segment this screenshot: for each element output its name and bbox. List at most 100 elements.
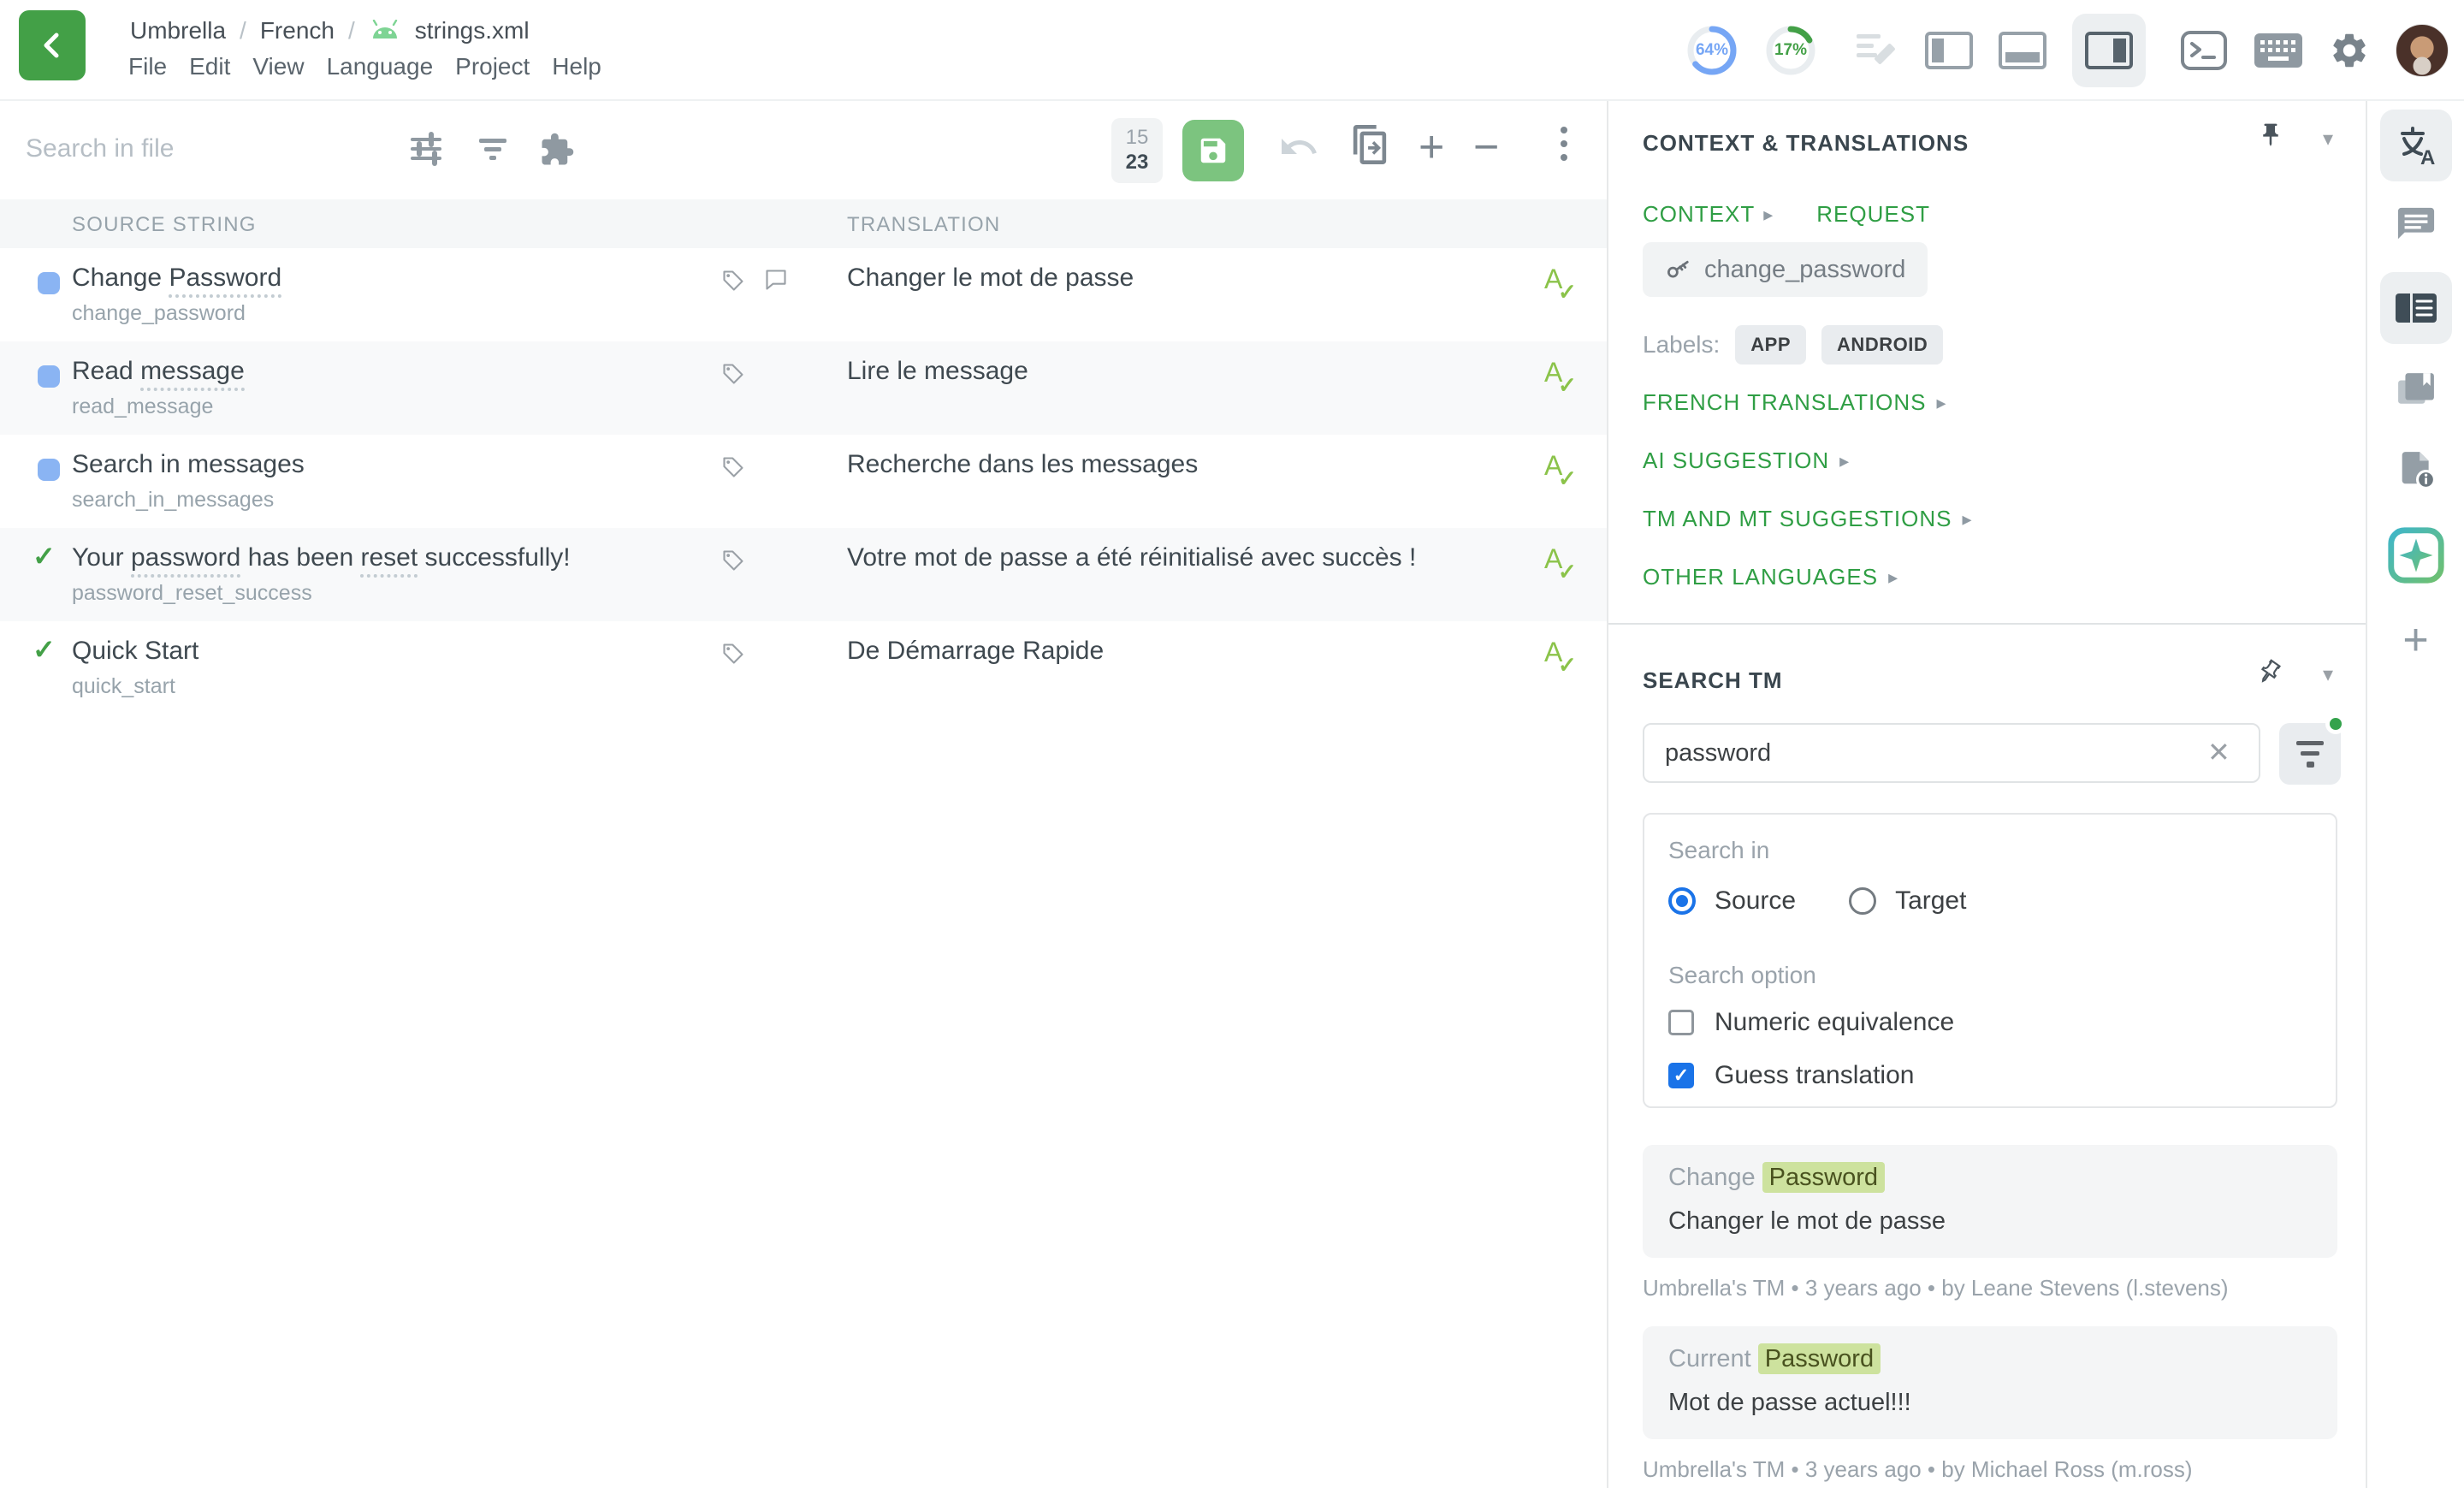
table-row[interactable]: Search in messages search_in_messages Re… xyxy=(0,435,1607,528)
string-key-chip[interactable]: change_password xyxy=(1643,242,1928,297)
progress-value: 64% xyxy=(1685,24,1738,77)
tab-context[interactable]: CONTEXT▸ xyxy=(1643,201,1774,228)
rail-file-info-button[interactable] xyxy=(2396,450,2436,489)
match-highlight: Password xyxy=(1762,1162,1885,1193)
pin-icon[interactable] xyxy=(2258,122,2283,151)
radio-dot-icon xyxy=(1849,887,1876,915)
menu-project[interactable]: Project xyxy=(455,53,530,80)
save-button[interactable] xyxy=(1182,120,1244,181)
checkbox-checked-icon: ✓ xyxy=(1668,1063,1694,1088)
translation-text[interactable]: Changer le mot de passe xyxy=(847,264,1134,293)
spellcheck-ok-icon[interactable]: A✓ xyxy=(1544,543,1584,586)
panel-title: CONTEXT & TRANSLATIONS xyxy=(1643,130,1969,157)
back-button[interactable] xyxy=(19,10,86,80)
radio-target[interactable]: Target xyxy=(1849,886,1966,916)
breadcrumb-language[interactable]: French xyxy=(260,17,335,44)
spellcheck-ok-icon[interactable]: A✓ xyxy=(1544,264,1584,306)
collapse-panel-chevron-icon[interactable]: ▾ xyxy=(2323,127,2333,151)
rail-comments-button[interactable] xyxy=(2396,205,2436,243)
collapse-search-tm-chevron-icon[interactable]: ▾ xyxy=(2323,662,2333,687)
terminal-icon[interactable] xyxy=(2180,30,2228,71)
checkbox-guess-translation[interactable]: ✓ Guess translation xyxy=(1668,1061,1914,1090)
filter-active-dot xyxy=(2325,714,2346,734)
context-panel: CONTEXT & TRANSLATIONS ▾ CONTEXT▸ REQUES… xyxy=(1607,101,2366,1488)
rail-translate-button[interactable]: A xyxy=(2380,110,2452,181)
status-done-icon: ✓ xyxy=(33,540,56,572)
column-translation: TRANSLATION xyxy=(847,213,1000,237)
menu-edit[interactable]: Edit xyxy=(189,53,230,80)
tag-icon[interactable] xyxy=(721,642,745,666)
layout-right-panel-button[interactable] xyxy=(2072,14,2146,87)
tab-request[interactable]: REQUEST xyxy=(1816,201,1930,228)
translation-text[interactable]: Votre mot de passe a été réinitialisé av… xyxy=(847,543,1416,572)
add-string-button[interactable]: + xyxy=(1419,125,1444,169)
labels-row: Labels: APP ANDROID xyxy=(1643,325,1943,365)
plugins-puzzle-icon[interactable] xyxy=(539,132,575,168)
source-string: Change Password xyxy=(72,264,281,293)
spellcheck-ok-icon[interactable]: A✓ xyxy=(1544,357,1584,400)
radio-source[interactable]: Source xyxy=(1668,886,1796,916)
section-other-languages[interactable]: OTHER LANGUAGES▸ xyxy=(1643,564,1898,590)
rail-add-panel-button[interactable]: + xyxy=(2402,614,2428,666)
remove-string-button[interactable]: − xyxy=(1473,125,1499,169)
menu-view[interactable]: View xyxy=(252,53,304,80)
right-rail: A xyxy=(2366,101,2464,1488)
table-row[interactable]: ✓ Your password has been reset successfu… xyxy=(0,528,1607,621)
tag-icon[interactable] xyxy=(721,548,745,572)
table-row[interactable]: ✓ Quick Start quick_start De Démarrage R… xyxy=(0,621,1607,714)
rail-glossary-button[interactable] xyxy=(2396,371,2436,408)
undo-icon xyxy=(1278,127,1319,164)
label-chip-android[interactable]: ANDROID xyxy=(1821,325,1943,365)
tag-icon[interactable] xyxy=(721,455,745,479)
string-key: password_reset_success xyxy=(72,581,312,606)
editor-pane: 15 23 + − SOURCE STRING TRANSLATION xyxy=(0,101,1607,1488)
clear-search-icon[interactable]: ✕ xyxy=(2207,736,2230,768)
rail-ai-button[interactable] xyxy=(2384,524,2448,587)
menu-help[interactable]: Help xyxy=(552,53,601,80)
settings-gear-icon[interactable] xyxy=(2329,30,2370,71)
spellcheck-ok-icon[interactable]: A✓ xyxy=(1544,450,1584,493)
duplicate-icon[interactable] xyxy=(1350,123,1389,166)
section-tm-mt-suggestions[interactable]: TM AND MT SUGGESTIONS▸ xyxy=(1643,506,1972,532)
search-in-file-input[interactable] xyxy=(26,125,368,173)
string-key: quick_start xyxy=(72,674,175,699)
table-row[interactable]: Read message read_message Lire le messag… xyxy=(0,341,1607,435)
translation-text[interactable]: Lire le message xyxy=(847,357,1028,386)
table-row[interactable]: Change Password change_password Changer … xyxy=(0,248,1607,341)
breadcrumb-project[interactable]: Umbrella xyxy=(130,17,226,44)
checkbox-numeric-equivalence[interactable]: Numeric equivalence xyxy=(1668,1008,1954,1037)
translation-text[interactable]: Recherche dans les messages xyxy=(847,450,1198,479)
keyboard-icon[interactable] xyxy=(2254,33,2303,68)
comment-filled-icon xyxy=(2396,205,2436,243)
layout-bottom-panel-button[interactable] xyxy=(1999,32,2046,69)
source-string: Your password has been reset successfull… xyxy=(72,543,571,572)
tag-icon[interactable] xyxy=(721,362,745,386)
pages-bookmark-icon xyxy=(2396,371,2436,408)
user-avatar[interactable] xyxy=(2396,24,2449,77)
rail-context-panel-button[interactable] xyxy=(2380,272,2452,344)
display-settings-icon[interactable] xyxy=(409,132,443,166)
counter-filtered: 15 xyxy=(1126,126,1149,151)
progress-ring-reviewed[interactable]: 17% xyxy=(1764,24,1817,77)
section-french-translations[interactable]: FRENCH TRANSLATIONS▸ xyxy=(1643,389,1947,416)
filter-icon[interactable] xyxy=(476,132,510,166)
translation-text[interactable]: De Démarrage Rapide xyxy=(847,637,1104,666)
layout-left-panel-button[interactable] xyxy=(1925,32,1973,69)
tm-result[interactable]: Change Password Changer le mot de passe xyxy=(1643,1145,2337,1258)
column-source: SOURCE STRING xyxy=(72,213,257,237)
tm-translation-text: Changer le mot de passe xyxy=(1668,1207,2312,1236)
unpin-icon[interactable] xyxy=(2254,657,2283,688)
menu-language[interactable]: Language xyxy=(327,53,434,80)
tag-icon[interactable] xyxy=(721,269,745,293)
progress-ring-translated[interactable]: 64% xyxy=(1685,24,1738,77)
menu-file[interactable]: File xyxy=(128,53,167,80)
spellcheck-ok-icon[interactable]: A✓ xyxy=(1544,637,1584,679)
menu-bar: File Edit View Language Project Help xyxy=(128,53,601,80)
more-options-kebab-icon[interactable] xyxy=(1561,127,1567,161)
comment-icon[interactable] xyxy=(764,269,788,291)
tm-translation-text: Mot de passe actuel!!! xyxy=(1668,1389,2312,1417)
label-chip-app[interactable]: APP xyxy=(1735,325,1806,365)
section-ai-suggestion[interactable]: AI SUGGESTION▸ xyxy=(1643,448,1850,474)
search-tm-input[interactable] xyxy=(1643,723,2260,783)
tm-result[interactable]: Current Password Mot de passe actuel!!! xyxy=(1643,1326,2337,1439)
